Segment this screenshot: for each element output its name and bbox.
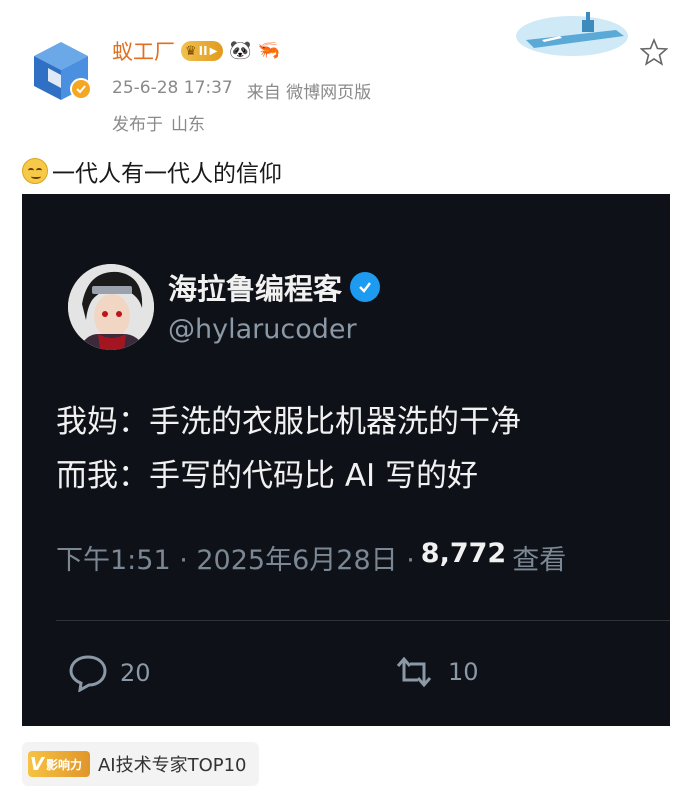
ninja-character-avatar-icon <box>68 264 154 350</box>
tweet-text-line2: 而我：手写的代码比 AI 写的好 <box>56 458 479 494</box>
tweet-view-count: 8,772 <box>420 538 507 569</box>
location-name: 山东 <box>171 115 205 135</box>
tweet-name-row: 海拉鲁编程客 <box>168 266 381 308</box>
tweet-display-name[interactable]: 海拉鲁编程客 <box>168 266 342 308</box>
check-badge-icon <box>70 78 92 100</box>
aircraft-carrier-decoration-icon <box>516 12 628 56</box>
tweet-retweet-button[interactable]: 10 <box>392 654 479 690</box>
embedded-tweet-image[interactable]: 海拉鲁编程客 @hylarucoder 我妈：手洗的衣服比机器洗的干净 而我：手… <box>22 194 670 726</box>
post-body: 一代人有一代人的信仰 <box>52 161 282 187</box>
retweet-count: 10 <box>448 658 479 686</box>
verified-check-icon <box>350 272 381 302</box>
reply-count: 20 <box>120 659 151 687</box>
influence-label: AI技术专家TOP10 <box>97 755 247 776</box>
tweet-text-line1: 我妈：手洗的衣服比机器洗的干净 <box>56 404 521 440</box>
username[interactable]: 蚁工厂 <box>112 36 175 66</box>
panda-icon[interactable]: 🐼 <box>229 41 251 61</box>
tweet-handle[interactable]: @hylarucoder <box>168 314 357 345</box>
influence-badge: V 影响力 <box>28 751 90 777</box>
tweet-reply-button[interactable]: 20 <box>68 654 151 692</box>
v-icon: V <box>30 753 44 775</box>
post-source: 来自 微博网页版 <box>246 83 372 103</box>
avatar[interactable] <box>28 38 94 104</box>
post-timestamp[interactable]: 25-6-28 17:37 <box>112 78 233 103</box>
shrimp-icon[interactable]: 🦐 <box>258 41 280 61</box>
location-prefix: 发布于 <box>112 115 163 135</box>
comment-bubble-icon <box>69 655 107 692</box>
chevron-right-icon: ▶ <box>209 45 218 57</box>
level-badge[interactable]: ♛ II ▶ <box>181 41 224 61</box>
tweet-view-label: 查看 <box>512 545 567 576</box>
star-outline-icon[interactable] <box>640 38 668 66</box>
influence-tag[interactable]: V 影响力 AI技术专家TOP10 <box>22 742 259 786</box>
tweet-divider <box>56 620 670 621</box>
post-location: 发布于 山东 <box>112 110 205 135</box>
post-text: 一代人有一代人的信仰 <box>22 154 282 188</box>
tweet-meta: 下午1:51 · 2025年6月28日 · 8,772 查看 <box>56 538 566 577</box>
tweet-avatar <box>68 264 154 350</box>
weibo-post: 蚁工厂 ♛ II ▶ 🐼 🦐 25-6-28 17:37 来自 微博网页版 发布… <box>0 0 690 800</box>
retweet-arrows-icon <box>396 656 432 688</box>
tweet-time: 下午1:51 · 2025年6月28日 · <box>56 545 415 576</box>
username-row: 蚁工厂 ♛ II ▶ 🐼 🦐 <box>112 36 280 66</box>
crown-icon: ♛ <box>185 43 197 59</box>
post-meta: 25-6-28 17:37 来自 微博网页版 <box>112 78 371 103</box>
influence-badge-text: 影响力 <box>45 757 82 772</box>
smirk-face-icon <box>22 158 48 184</box>
level-badge-text: II <box>198 44 208 58</box>
